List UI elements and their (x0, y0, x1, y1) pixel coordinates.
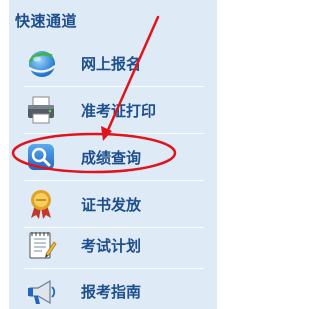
sidebar-item-label: 网上报名 (81, 55, 142, 73)
sidebar-item-label: 报考指南 (81, 283, 142, 301)
medal-icon (24, 187, 58, 221)
sidebar-item-exam-guide[interactable]: 报考指南 (9, 268, 217, 309)
sidebar-item-label: 考试计划 (81, 237, 142, 255)
printer-icon (24, 93, 58, 127)
notepad-icon (24, 228, 58, 262)
sidebar-item-admission-ticket-print[interactable]: 准考证打印 (9, 87, 217, 131)
sidebar-item-label: 成绩查询 (81, 149, 142, 167)
panel-title: 快速通道 (15, 12, 78, 30)
sidebar-item-online-registration[interactable]: 网上报名 (9, 40, 217, 84)
sidebar-item-label: 准考证打印 (81, 102, 157, 120)
sidebar-item-score-query[interactable]: 成绩查询 (9, 134, 217, 178)
sidebar-item-exam-plan[interactable]: 考试计划 (9, 222, 217, 266)
globe-icon (24, 46, 58, 80)
megaphone-icon (24, 274, 58, 308)
sidebar-item-certificate-issuance[interactable]: 证书发放 (9, 181, 217, 225)
magnifier-icon (24, 140, 58, 174)
sidebar-item-label: 证书发放 (81, 196, 142, 214)
